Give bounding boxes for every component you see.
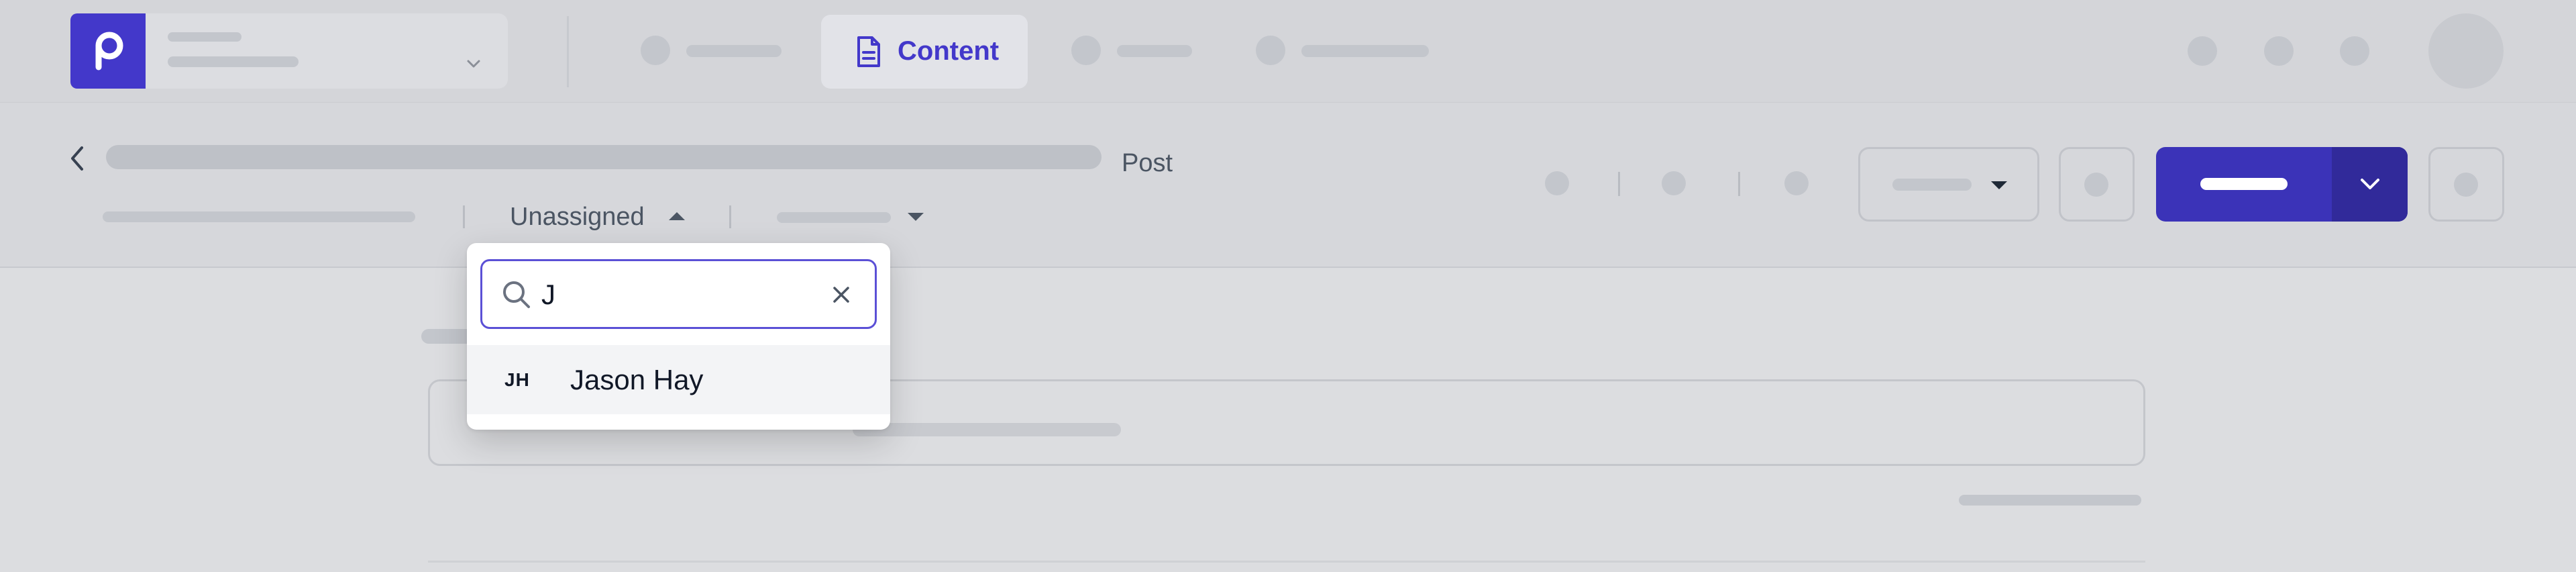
nav-label-placeholder [1301,45,1429,57]
status-icon-placeholder-3[interactable] [1784,171,1809,195]
section-divider [428,561,2145,563]
assignee-option-name: Jason Hay [570,364,704,395]
nav-label-placeholder [686,45,782,57]
tab-content-label: Content [898,36,1000,66]
workspace-name-placeholder [168,32,241,42]
nav-icon-placeholder [1071,36,1101,65]
workspace-subtitle-placeholder [168,56,299,67]
status-divider [1618,172,1620,196]
meta-placeholder-1 [103,211,415,222]
nav-icon-placeholder [1256,36,1285,65]
nav-item-placeholder-3[interactable] [1256,36,1429,65]
status-divider [1738,172,1740,196]
field-value-placeholder [853,423,1121,436]
meta-dropdown-placeholder[interactable] [777,207,926,227]
header-icon-placeholder-2[interactable] [2264,36,2294,66]
nav-icon-placeholder [641,36,670,65]
meta-placeholder-2 [777,212,891,223]
assignee-dropdown-menu: JH Jason Hay [467,243,890,430]
caret-down-icon [908,213,924,221]
action-icon-placeholder [2084,173,2108,197]
assignee-value: Unassigned [510,203,645,231]
document-icon [857,36,880,67]
status-icon-placeholder-1[interactable] [1545,171,1569,195]
nav-item-placeholder-1[interactable] [641,36,782,65]
meta-divider [463,205,465,228]
publish-label-placeholder [2200,178,2288,190]
more-icon-placeholder [2454,173,2478,197]
post-title-placeholder[interactable] [106,145,1102,169]
assignee-dropdown-toggle[interactable]: Unassigned [510,203,685,236]
top-navigation-bar: Content [0,0,2576,103]
chevron-down-icon [2361,179,2379,189]
back-arrow-icon[interactable] [64,144,91,173]
options-dropdown-button[interactable] [1858,147,2039,222]
assignee-search-field[interactable] [480,259,877,329]
workspace-switcher[interactable] [146,13,508,89]
nav-divider [567,16,569,87]
options-label-placeholder [1892,179,1972,191]
header-icon-placeholder-3[interactable] [2340,36,2369,66]
search-icon [503,281,530,308]
header-icon-placeholder-1[interactable] [2188,36,2217,66]
tab-content[interactable]: Content [821,15,1028,89]
status-icon-placeholder-2[interactable] [1662,171,1686,195]
post-type-label: Post [1122,149,1173,177]
assignee-option[interactable]: JH Jason Hay [467,345,890,414]
logo-p-icon [95,32,123,70]
header-action-button[interactable] [2059,147,2135,222]
avatar[interactable] [2428,13,2504,89]
clear-icon[interactable] [828,281,855,308]
app-logo[interactable] [70,13,146,89]
publish-options-toggle[interactable] [2332,147,2408,222]
meta-divider [729,205,731,228]
caret-down-icon [1991,181,2007,189]
nav-item-placeholder-2[interactable] [1071,36,1192,65]
nav-label-placeholder [1117,45,1192,57]
caret-up-icon [669,212,685,220]
field-hint-placeholder [1959,495,2141,506]
chevron-down-icon [467,60,480,68]
more-actions-button[interactable] [2428,147,2504,222]
assignee-search-input[interactable] [541,275,810,315]
assignee-option-initials: JH [504,369,530,390]
